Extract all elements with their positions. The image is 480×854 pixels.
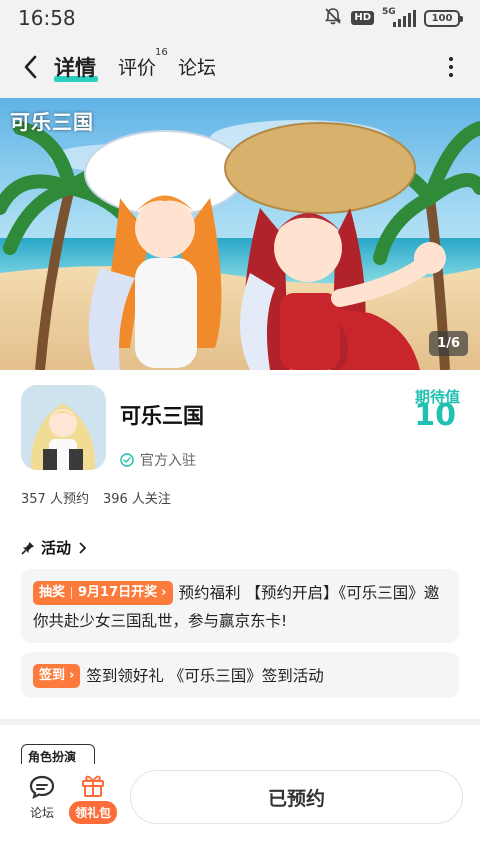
reserved-button[interactable]: 已预约 — [130, 770, 463, 824]
tab-details-label: 详情 — [54, 56, 96, 80]
lottery-date: 9月17日开奖 — [78, 585, 158, 600]
official-badge: 官方入驻 — [120, 450, 196, 470]
battery-level: 100 — [431, 12, 453, 24]
back-button[interactable] — [14, 50, 48, 84]
pin-icon — [21, 541, 34, 555]
banner-carousel[interactable]: 可乐三国 1/6 — [0, 98, 480, 370]
app-name: 可乐三国 — [120, 404, 204, 428]
reviews-count: 16 — [155, 47, 168, 58]
section-divider — [0, 719, 480, 725]
tab-reviews-label: 评价 — [118, 57, 157, 79]
mute-bell-icon — [323, 6, 343, 30]
badge-arrow-icon: › — [69, 668, 75, 683]
bottom-action-bar: 论坛 领礼包 已预约 — [0, 764, 480, 854]
tab-forum[interactable]: 论坛 — [178, 53, 216, 80]
forum-nav-button[interactable]: 论坛 — [22, 774, 62, 821]
gift-icon — [82, 775, 104, 797]
tab-forum-label: 论坛 — [178, 57, 217, 79]
activity-card-checkin[interactable]: 签到 › 签到领好礼 《可乐三国》签到活动 — [21, 652, 459, 698]
lottery-badge: 抽奖 9月17日开奖 › — [33, 581, 173, 605]
expectation-value: 10 — [414, 398, 456, 433]
checkin-tag: 签到 — [39, 668, 66, 683]
banner-page-indicator: 1/6 — [429, 331, 468, 356]
gift-pack-button[interactable]: 领礼包 — [66, 772, 120, 824]
signal-icon: 5G — [382, 7, 416, 28]
status-icons: HD 5G 100 — [323, 6, 463, 30]
hd-icon: HD — [351, 11, 374, 25]
page-header: 详情 评价 16 论坛 — [0, 36, 480, 98]
chevron-left-icon — [24, 55, 37, 79]
tab-details[interactable]: 详情 — [54, 52, 96, 82]
followers-count: 396 人关注 — [102, 492, 171, 507]
activity-heading-label: 活动 — [41, 539, 72, 557]
banner-game-logo: 可乐三国 — [10, 110, 94, 134]
badge-arrow-icon: › — [161, 585, 167, 600]
lottery-tag: 抽奖 — [39, 585, 66, 600]
tab-reviews[interactable]: 评价 — [118, 53, 156, 80]
activity-card-lottery[interactable]: 抽奖 9月17日开奖 › 预约福利 【预约开启】《可乐三国》邀你共赴少女三国乱世… — [21, 569, 459, 643]
status-time: 16:58 — [18, 6, 76, 30]
gift-pack-label: 领礼包 — [68, 801, 117, 824]
reservations-count: 357 人预约 — [21, 492, 89, 507]
banner-illustration — [0, 98, 480, 370]
more-options-button[interactable] — [440, 52, 462, 82]
activity-section-link[interactable]: 活动 — [21, 537, 87, 558]
status-bar: 16:58 HD 5G 100 — [0, 0, 480, 36]
app-icon — [21, 385, 106, 470]
checkin-text: 签到领好礼 《可乐三国》签到活动 — [86, 667, 324, 685]
battery-icon: 100 — [424, 9, 463, 27]
checkin-badge: 签到 › — [33, 664, 81, 688]
official-label: 官方入驻 — [140, 453, 196, 469]
verified-check-icon — [120, 453, 134, 467]
app-stats: 357 人预约 396 人关注 — [21, 488, 171, 507]
chat-bubble-icon — [29, 775, 55, 800]
chevron-right-icon — [79, 541, 87, 554]
forum-nav-label: 论坛 — [29, 806, 54, 820]
